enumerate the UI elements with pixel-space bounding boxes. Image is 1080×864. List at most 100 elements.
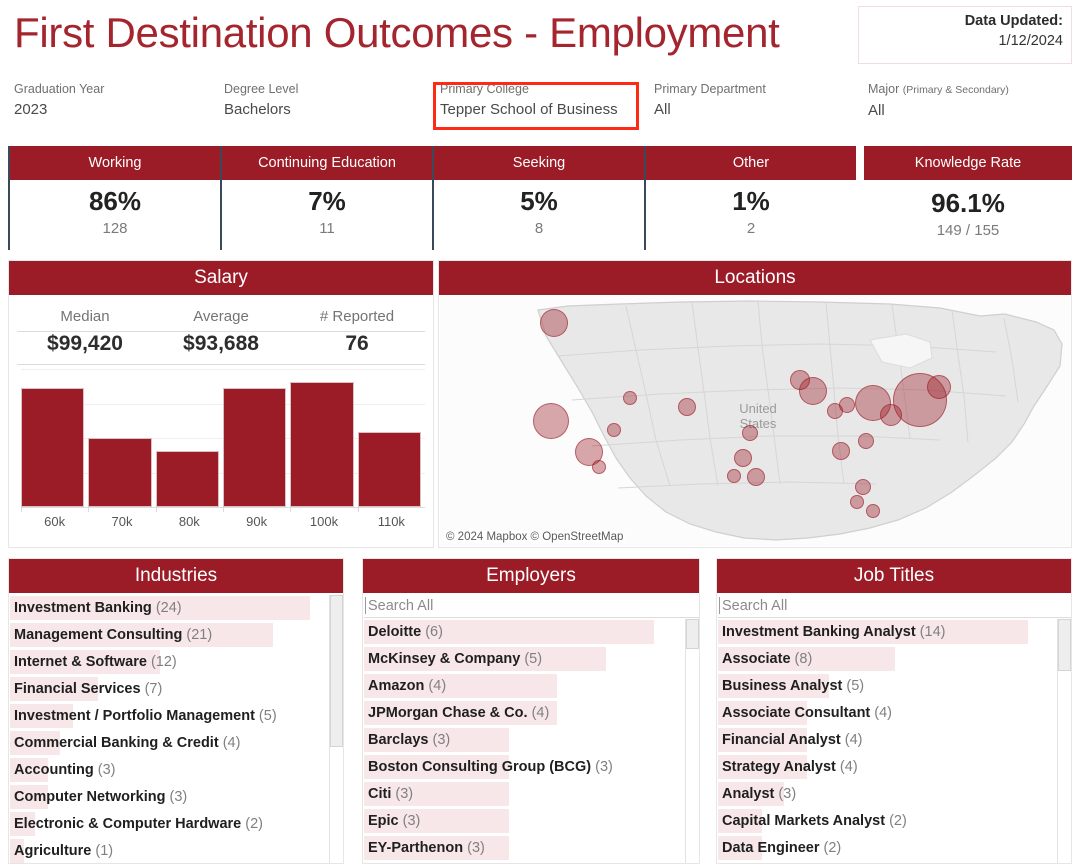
employers-scrollbar-track[interactable]: [685, 619, 699, 863]
salary-bar[interactable]: [21, 388, 85, 507]
salary-panel-title: Salary: [9, 261, 433, 295]
kpi-working[interactable]: Working 86% 128: [10, 146, 220, 250]
job-titles-list[interactable]: Investment Banking Analyst (14) Associate…: [718, 619, 1042, 862]
list-item[interactable]: Commercial Banking & Credit (4): [10, 730, 314, 757]
salary-bar[interactable]: [357, 432, 421, 507]
employers-search-input[interactable]: Search All: [364, 594, 699, 618]
list-item[interactable]: Boston Consulting Group (BCG) (3): [364, 754, 670, 781]
salary-histogram[interactable]: [21, 369, 425, 507]
employers-scrollbar-thumb[interactable]: [686, 619, 699, 649]
filter-degree-level-value[interactable]: Bachelors: [224, 98, 298, 122]
filter-primary-department-label: Primary Department: [654, 82, 766, 96]
list-item[interactable]: Accounting (3): [10, 757, 314, 784]
salary-median-label: Median: [60, 308, 110, 325]
list-item[interactable]: Barclays (3): [364, 727, 670, 754]
filter-major[interactable]: Major (Primary & Secondary) All: [868, 80, 1009, 123]
list-item-count: (3): [97, 762, 116, 778]
kpi-knowledge-rate[interactable]: Knowledge Rate 96.1% 149 / 155: [864, 146, 1072, 250]
map-location-bubble[interactable]: [858, 432, 875, 449]
industries-scrollbar-thumb[interactable]: [330, 595, 343, 747]
industries-list[interactable]: Investment Banking (24) Management Consul…: [10, 595, 314, 863]
filter-degree-level[interactable]: Degree Level Bachelors: [224, 80, 298, 122]
list-item[interactable]: Epic (3): [364, 808, 670, 835]
list-item[interactable]: Capital Markets Analyst (2): [718, 808, 1042, 835]
list-item-count: (4): [839, 759, 858, 775]
map-location-bubble[interactable]: [747, 468, 765, 486]
salary-bar[interactable]: [290, 382, 354, 507]
filter-primary-college-value[interactable]: Tepper School of Business: [440, 98, 618, 122]
list-item[interactable]: Amazon (4): [364, 673, 670, 700]
list-item[interactable]: Computer Networking (3): [10, 784, 314, 811]
industries-scrollbar-track[interactable]: [329, 595, 343, 863]
list-item-label: Commercial Banking & Credit (4): [14, 735, 241, 751]
list-item[interactable]: EY-Parthenon (3): [364, 835, 670, 862]
list-item[interactable]: Electronic & Computer Hardware (2): [10, 811, 314, 838]
map-location-bubble[interactable]: [926, 375, 951, 399]
list-item[interactable]: Associate Consultant (4): [718, 700, 1042, 727]
kpi-other[interactable]: Other 1% 2: [646, 146, 856, 250]
list-item-label: Investment Banking (24): [14, 600, 182, 616]
kpi-seeking[interactable]: Seeking 5% 8: [434, 146, 644, 250]
kpi-continuing-education[interactable]: Continuing Education 7% 11: [222, 146, 432, 250]
filter-primary-department[interactable]: Primary Department All: [654, 80, 766, 122]
list-item-label: Investment / Portfolio Management (5): [14, 708, 277, 724]
salary-histogram-tick-labels: 60k 70k 80k 90k 100k 110k: [21, 511, 425, 533]
map-location-bubble[interactable]: [855, 479, 872, 495]
list-item-label: Barclays (3): [368, 732, 451, 748]
map-location-bubble[interactable]: [533, 402, 570, 439]
kpi-knowledge-rate-title: Knowledge Rate: [864, 146, 1072, 180]
job-titles-scrollbar-track[interactable]: [1057, 619, 1071, 863]
list-item-label: Epic (3): [368, 813, 421, 829]
salary-axis-tick: [88, 507, 90, 512]
locations-map[interactable]: United States © 2024 Mapbox © OpenStreet…: [440, 296, 1070, 546]
filter-graduation-year[interactable]: Graduation Year 2023: [14, 80, 104, 122]
filter-primary-college[interactable]: Primary College Tepper School of Busines…: [440, 80, 618, 122]
list-item[interactable]: Financial Analyst (4): [718, 727, 1042, 754]
salary-reported-label: # Reported: [319, 308, 395, 325]
list-item[interactable]: Internet & Software (12): [10, 649, 314, 676]
list-item[interactable]: Deloitte (6): [364, 619, 670, 646]
salary-bar[interactable]: [155, 451, 219, 507]
map-location-bubble[interactable]: [832, 441, 851, 460]
map-location-bubble[interactable]: [798, 376, 827, 405]
map-location-bubble[interactable]: [677, 398, 696, 416]
list-item[interactable]: Associate (8): [718, 646, 1042, 673]
list-item[interactable]: McKinsey & Company (5): [364, 646, 670, 673]
list-item[interactable]: Investment Banking Analyst (14): [718, 619, 1042, 646]
map-location-bubble[interactable]: [741, 425, 758, 442]
map-location-bubble[interactable]: [865, 503, 880, 518]
employers-list[interactable]: Deloitte (6) McKinsey & Company (5) Amazon…: [364, 619, 670, 862]
list-item[interactable]: Investment Banking (24): [10, 595, 314, 622]
kpi-other-percent: 1%: [732, 186, 770, 216]
list-item[interactable]: Data Engineer (2): [718, 835, 1042, 862]
list-item[interactable]: Strategy Analyst (4): [718, 754, 1042, 781]
filter-major-value[interactable]: All: [868, 99, 1009, 123]
salary-bar[interactable]: [88, 438, 152, 507]
list-item[interactable]: JPMorgan Chase & Co. (4): [364, 700, 670, 727]
list-item[interactable]: Investment / Portfolio Management (5): [10, 703, 314, 730]
job-titles-scrollbar-thumb[interactable]: [1058, 619, 1071, 671]
list-item-count: (2): [889, 813, 907, 829]
salary-average: Average $93,688: [153, 305, 289, 359]
filter-graduation-year-value[interactable]: 2023: [14, 98, 104, 122]
map-location-bubble[interactable]: [726, 468, 741, 483]
dashboard-header: First Destination Outcomes - Employment …: [0, 0, 1080, 78]
map-location-bubble[interactable]: [839, 396, 856, 413]
salary-bar[interactable]: [223, 388, 287, 507]
filter-primary-department-value[interactable]: All: [654, 98, 766, 122]
list-item[interactable]: Financial Services (7): [10, 676, 314, 703]
list-item[interactable]: Analyst (3): [718, 781, 1042, 808]
map-attribution: © 2024 Mapbox © OpenStreetMap: [444, 531, 626, 543]
list-item[interactable]: Citi (3): [364, 781, 670, 808]
list-item[interactable]: Management Consulting (21): [10, 622, 314, 649]
salary-tick-label: 100k: [309, 514, 339, 529]
map-location-bubble[interactable]: [849, 495, 864, 509]
kpi-other-count: 2: [746, 220, 756, 237]
map-location-bubble[interactable]: [591, 460, 606, 474]
list-item[interactable]: Agriculture (1): [10, 838, 314, 863]
list-item[interactable]: Business Analyst (5): [718, 673, 1042, 700]
map-location-bubble[interactable]: [607, 422, 622, 437]
salary-stats: Median $99,420 Average $93,688 # Reporte…: [17, 305, 425, 361]
job-titles-search-input[interactable]: Search All: [718, 594, 1071, 618]
kpi-working-title: Working: [88, 155, 142, 171]
